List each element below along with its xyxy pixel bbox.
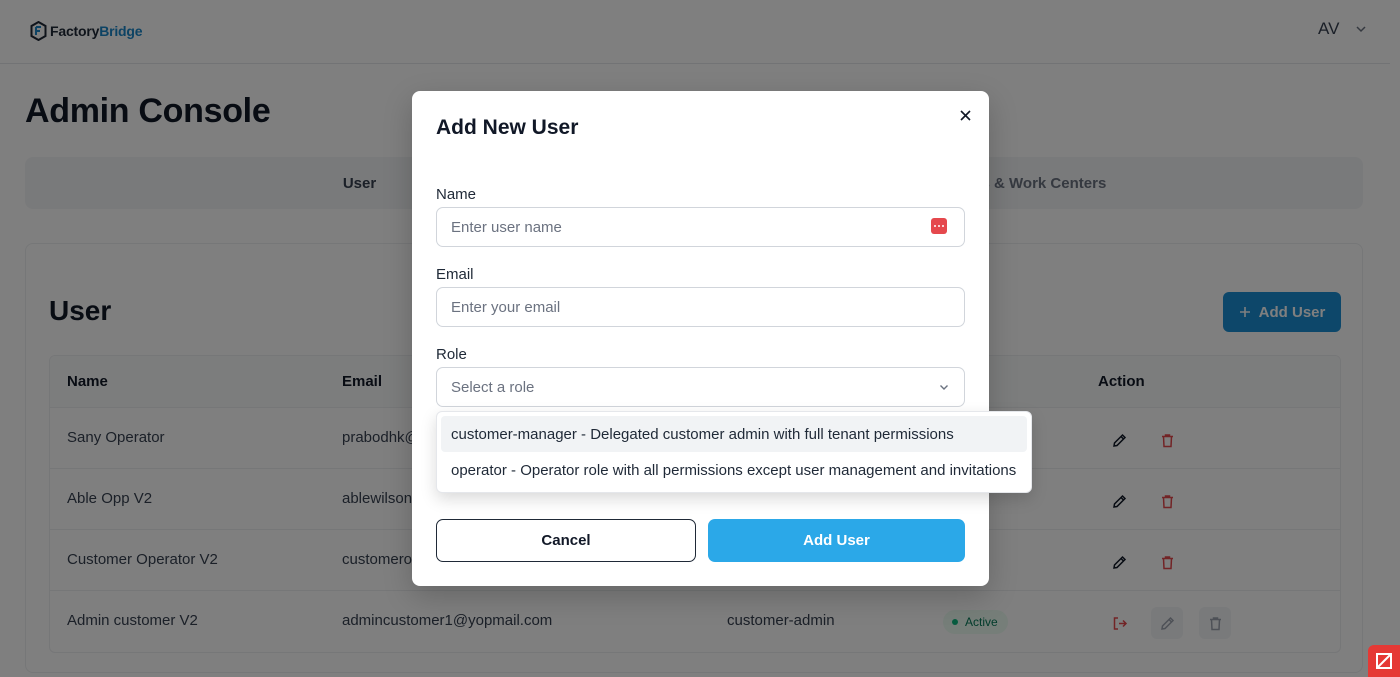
add-user-submit-button[interactable]: Add User	[708, 519, 965, 562]
email-label: Email	[436, 266, 474, 283]
role-dropdown: customer-manager - Delegated customer ad…	[436, 411, 1032, 493]
close-icon	[959, 109, 971, 121]
name-label: Name	[436, 186, 477, 203]
role-option-operator[interactable]: operator - Operator role with all permis…	[441, 452, 1027, 488]
name-input[interactable]	[436, 207, 965, 247]
corner-widget-button[interactable]	[1368, 645, 1400, 677]
modal-title: Add New User	[436, 116, 579, 139]
role-select-placeholder: Select a role	[451, 378, 535, 396]
email-input[interactable]	[436, 287, 965, 327]
role-label: Role	[436, 346, 467, 363]
role-option-customer-manager[interactable]: customer-manager - Delegated customer ad…	[441, 416, 1027, 452]
widget-icon	[1376, 653, 1392, 669]
add-user-modal: Add New User Name Email Role Select a ro…	[412, 91, 989, 586]
close-button[interactable]	[955, 105, 975, 125]
chevron-down-icon	[940, 385, 948, 390]
cancel-button[interactable]: Cancel	[436, 519, 696, 562]
password-manager-icon[interactable]	[931, 218, 947, 234]
role-select[interactable]: Select a role	[436, 367, 965, 407]
